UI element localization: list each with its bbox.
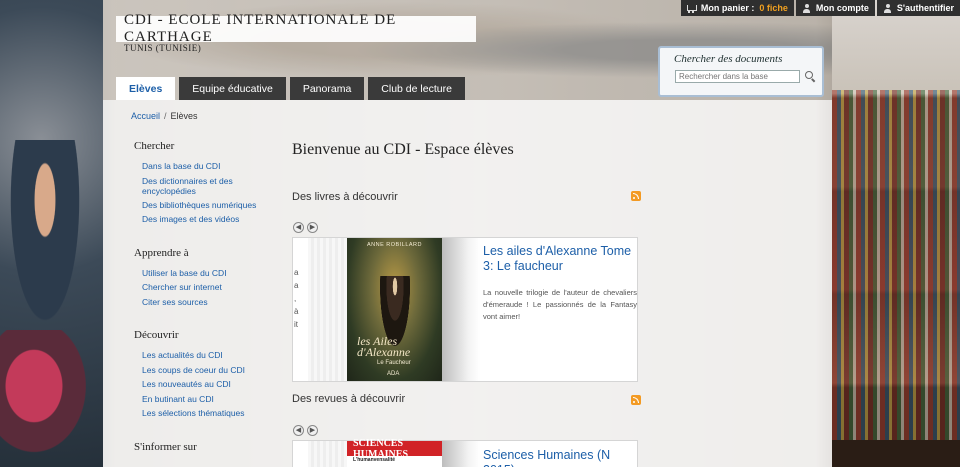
tab-club-de-lecture[interactable]: Club de lecture: [368, 77, 465, 100]
journal-title-link[interactable]: Sciences Humaines (N 2015): [483, 448, 637, 467]
cover-shadow: [442, 238, 480, 381]
journals-section-title: Des revues à découvrir: [292, 393, 406, 405]
sidebar-heading-chercher: Chercher: [134, 140, 175, 152]
book-cover-image[interactable]: ANNE ROBILLARD les Ailes d'Alexanne Le F…: [347, 238, 442, 381]
breadcrumb-home[interactable]: Accueil: [131, 111, 160, 121]
sidebar-item[interactable]: En butinant au CDI: [142, 394, 274, 405]
user-icon: [802, 3, 811, 13]
sidebar-item[interactable]: Les nouveautés au CDI: [142, 379, 274, 390]
sidebar: Chercher Dans la base du CDI Des diction…: [134, 140, 274, 462]
journal-masthead: SCIENCES HUMAINES: [347, 438, 449, 460]
sidebar-heading-apprendre: Apprendre à: [134, 246, 189, 259]
top-bar: Mon panier : 0 fiche Mon compte S'authen…: [680, 0, 960, 16]
carousel-spacer: [308, 441, 348, 467]
sidebar-item[interactable]: Des bibliothèques numériques: [142, 200, 274, 211]
search-panel: Chercher des documents: [658, 46, 824, 97]
journal-cover-image[interactable]: SCIENCES HUMAINES L'humanvensalité: [347, 438, 449, 467]
sidebar-item[interactable]: Dans la base du CDI: [142, 161, 274, 172]
breadcrumb-current: Elèves: [170, 111, 198, 121]
book-description: La nouvelle trilogie de l'auteur de chev…: [483, 288, 637, 321]
sidebar-item[interactable]: Les sélections thématiques: [142, 408, 274, 419]
carousel-next-button[interactable]: ▶: [307, 222, 318, 233]
book-title-link[interactable]: Les ailes d'Alexanne Tome 3: Le faucheur: [483, 244, 637, 274]
rss-icon[interactable]: [631, 191, 641, 201]
breadcrumb-separator: /: [164, 111, 167, 121]
tab-panorama[interactable]: Panorama: [289, 77, 365, 100]
search-icon[interactable]: [804, 70, 816, 82]
cover-title: les Ailes d'Alexanne: [357, 334, 411, 359]
books-carousel: a a , à it ANNE ROBILLARD les Ailes d'Al…: [292, 237, 638, 382]
login-button[interactable]: S'authentifier: [876, 0, 960, 16]
previous-item-fragment: a a , à it: [293, 238, 308, 381]
cover-shadow: [442, 441, 480, 467]
sidebar-item[interactable]: Des images et des vidéos: [142, 214, 274, 225]
cart-icon: [686, 4, 697, 13]
journals-carousel: SCIENCES HUMAINES L'humanvensalité Scien…: [292, 438, 638, 467]
books-section-title: Des livres à découvrir: [292, 191, 398, 203]
user-icon: [883, 3, 892, 13]
books-carousel-nav: ◀ ▶: [293, 222, 318, 233]
account-button[interactable]: Mon compte: [795, 0, 875, 16]
cover-subtitle: Le Faucheur: [377, 360, 411, 366]
search-label: Chercher des documents: [674, 53, 783, 65]
carousel-prev-button[interactable]: ◀: [293, 425, 304, 436]
main-tabs: Elèves Equipe éducative Panorama Club de…: [116, 77, 465, 100]
background-person: [0, 330, 100, 467]
sidebar-item[interactable]: Les coups de coeur du CDI: [142, 365, 274, 376]
sidebar-item[interactable]: Citer ses sources: [142, 297, 274, 308]
background-bookshelf: [832, 90, 960, 440]
site-subtitle: TUNIS (TUNISIE): [124, 43, 202, 53]
tab-eleves[interactable]: Elèves: [116, 77, 176, 100]
rss-icon[interactable]: [631, 395, 641, 405]
cover-publisher: ADA: [387, 371, 400, 377]
login-label: S'authentifier: [896, 3, 954, 13]
search-input[interactable]: [675, 70, 800, 83]
tab-equipe-educative[interactable]: Equipe éducative: [179, 77, 286, 100]
cart-button[interactable]: Mon panier : 0 fiche: [680, 0, 794, 16]
page-title: Bienvenue au CDI - Espace élèves: [292, 141, 514, 158]
sidebar-heading-sinformer: S'informer sur: [134, 440, 197, 453]
book-info: Les ailes d'Alexanne Tome 3: Le faucheur…: [483, 244, 637, 323]
journal-info: Sciences Humaines (N 2015): [483, 448, 637, 467]
carousel-next-button[interactable]: ▶: [307, 425, 318, 436]
cover-author: ANNE ROBILLARD: [367, 242, 422, 248]
journals-carousel-nav: ◀ ▶: [293, 425, 318, 436]
cart-count: 0 fiche: [759, 3, 788, 13]
journal-cover-tag: L'humanvensalité: [353, 457, 396, 463]
sidebar-heading-decouvrir: Découvrir: [134, 329, 179, 341]
carousel-prev-button[interactable]: ◀: [293, 222, 304, 233]
background-photo-left: [0, 0, 103, 467]
breadcrumb: Accueil / Elèves: [131, 111, 198, 121]
sidebar-item[interactable]: Les actualités du CDI: [142, 350, 274, 361]
site-title[interactable]: CDI - ECOLE INTERNATIONALE DE CARTHAGE: [116, 12, 476, 45]
background-person: [5, 140, 85, 340]
account-label: Mon compte: [815, 3, 869, 13]
sidebar-item[interactable]: Des dictionnaires et des encyclopédies: [142, 176, 274, 197]
cart-label: Mon panier :: [700, 3, 755, 13]
sidebar-item[interactable]: Utiliser la base du CDI: [142, 268, 274, 279]
sidebar-item[interactable]: Chercher sur internet: [142, 282, 274, 293]
carousel-spacer: [308, 238, 348, 381]
